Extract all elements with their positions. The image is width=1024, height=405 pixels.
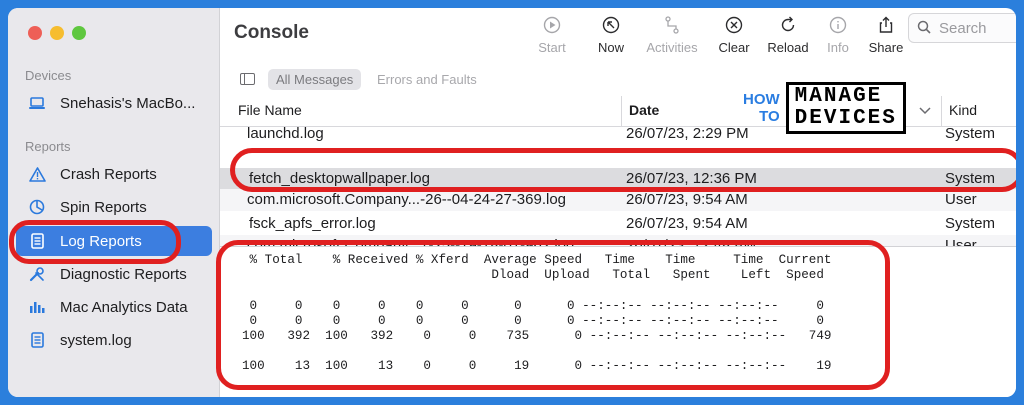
reload-label: Reload <box>767 40 809 55</box>
column-header-date[interactable]: Date <box>629 102 659 118</box>
arrow-up-left-circle-icon <box>581 16 641 40</box>
console-window: Devices Snehasis's MacBo... Reports Cras… <box>8 8 1016 397</box>
kind-cell: System <box>945 170 996 187</box>
file-name-cell: fsck_apfs_error.log <box>249 215 376 232</box>
start-button[interactable]: Start <box>522 16 582 55</box>
search-icon <box>917 20 931 37</box>
file-name-cell: com.microsoft.Company...-26--04-24-27-36… <box>247 191 567 208</box>
errors-and-faults-filter[interactable]: Errors and Faults <box>377 72 477 87</box>
kind-cell: User <box>945 191 977 208</box>
table-row-selected[interactable]: fetch_desktopwallpaper.log 26/07/23, 12:… <box>220 168 1016 191</box>
start-label: Start <box>538 40 566 55</box>
all-messages-filter[interactable]: All Messages <box>268 69 362 90</box>
main-panel: Console Start Now Activities Clear Reloa… <box>216 8 1016 397</box>
laptop-icon <box>26 96 48 110</box>
share-icon <box>856 16 916 40</box>
device-name: Snehasis's MacBo... <box>60 94 196 112</box>
search-field[interactable]: Search <box>908 13 1016 43</box>
reports-section-header: Reports <box>25 139 71 154</box>
date-cell: 26/07/23, 12:36 PM <box>626 170 757 187</box>
log-line: 100 392 100 392 0 0 735 0 --:--:-- --:--… <box>242 329 832 344</box>
how-to-manage-devices-logo: HOW TO MANAGE DEVICES <box>743 82 906 134</box>
share-label: Share <box>868 40 904 55</box>
activities-button[interactable]: Activities <box>641 16 703 55</box>
info-label: Info <box>827 40 849 55</box>
sidebar-item-diagnostic-reports[interactable]: Diagnostic Reports <box>16 259 212 289</box>
activities-label: Activities <box>646 40 698 55</box>
log-output: % Total % Received % Xferd Average Speed… <box>242 253 831 375</box>
log-header-line: % Total % Received % Xferd Average Speed… <box>242 253 832 267</box>
log-line: 0 0 0 0 0 0 0 0 --:--:-- --:--:-- --:--:… <box>242 313 824 328</box>
logo-how-to: HOW TO <box>743 91 780 125</box>
date-cell: 26/07/23, 9:54 AM <box>626 191 748 208</box>
kind-cell: System <box>945 215 996 232</box>
sidebar-item-crash-reports[interactable]: Crash Reports <box>16 159 212 189</box>
file-name-cell: launchd.log <box>247 127 324 142</box>
document-icon <box>26 233 48 249</box>
column-divider <box>941 96 942 126</box>
sidebar-item-device[interactable]: Snehasis's MacBo... <box>16 88 212 118</box>
sidebar-item-log-reports[interactable]: Log Reports <box>16 226 212 256</box>
now-label: Now <box>597 40 624 55</box>
log-line: 0 0 0 0 0 0 0 0 --:--:-- --:--:-- --:--:… <box>242 298 824 313</box>
window-controls <box>28 26 86 40</box>
spin-icon <box>26 199 48 215</box>
sidebar: Devices Snehasis's MacBo... Reports Cras… <box>8 8 220 397</box>
sidebar-item-system-log[interactable]: system.log <box>16 325 212 355</box>
sidebar-item-label: system.log <box>60 331 132 349</box>
log-line: 100 13 100 13 0 0 19 0 --:--:-- --:--:--… <box>242 359 832 374</box>
sidebar-item-spin-reports[interactable]: Spin Reports <box>16 192 212 222</box>
zoom-window-button[interactable] <box>72 26 86 40</box>
sidebar-item-mac-analytics-data[interactable]: Mac Analytics Data <box>16 292 212 322</box>
column-divider <box>621 96 622 126</box>
file-name-cell: fetch_desktopwallpaper.log <box>249 170 430 187</box>
sidebar-item-label: Diagnostic Reports <box>60 265 187 283</box>
clear-x-circle-icon <box>704 16 764 40</box>
play-circle-icon <box>522 16 582 40</box>
search-placeholder: Search <box>939 19 987 37</box>
log-header-line: Dload Upload Total Spent Left Speed <box>242 268 824 283</box>
date-cell: 26/07/23, 9:54 AM <box>626 215 748 232</box>
chevron-down-icon[interactable] <box>919 102 931 118</box>
date-cell: 26/07/23, 2:29 PM <box>626 127 749 142</box>
activities-icon <box>641 16 703 40</box>
document-icon <box>26 332 48 348</box>
sidebar-item-label: Mac Analytics Data <box>60 298 188 316</box>
sidebar-item-label: Crash Reports <box>60 165 157 183</box>
window-title: Console <box>234 22 309 43</box>
column-header-kind[interactable]: Kind <box>949 102 977 118</box>
warning-icon <box>26 166 48 182</box>
tools-icon <box>26 266 48 282</box>
logo-box: MANAGE DEVICES <box>785 82 906 134</box>
file-list: launchd.log 26/07/23, 2:29 PM System fet… <box>220 127 1016 247</box>
share-button[interactable]: Share <box>856 16 916 55</box>
minimize-window-button[interactable] <box>50 26 64 40</box>
table-row[interactable]: fsck_apfs_error.log 26/07/23, 9:54 AM Sy… <box>220 213 1016 235</box>
table-row[interactable]: com.microsoft.Company...-26--04-24-27-36… <box>220 189 1016 211</box>
column-header-file-name[interactable]: File Name <box>238 102 302 118</box>
clear-button[interactable]: Clear <box>704 16 764 55</box>
kind-cell: System <box>945 127 996 142</box>
bar-chart-icon <box>26 300 48 314</box>
sidebar-item-label: Log Reports <box>60 232 142 250</box>
sidebar-item-label: Spin Reports <box>60 198 147 216</box>
devices-section-header: Devices <box>25 68 72 83</box>
now-button[interactable]: Now <box>581 16 641 55</box>
close-window-button[interactable] <box>28 26 42 40</box>
sidebar-toggle-icon[interactable] <box>240 73 255 85</box>
log-detail-pane[interactable]: % Total % Received % Xferd Average Speed… <box>220 246 1016 397</box>
clear-label: Clear <box>718 40 750 55</box>
